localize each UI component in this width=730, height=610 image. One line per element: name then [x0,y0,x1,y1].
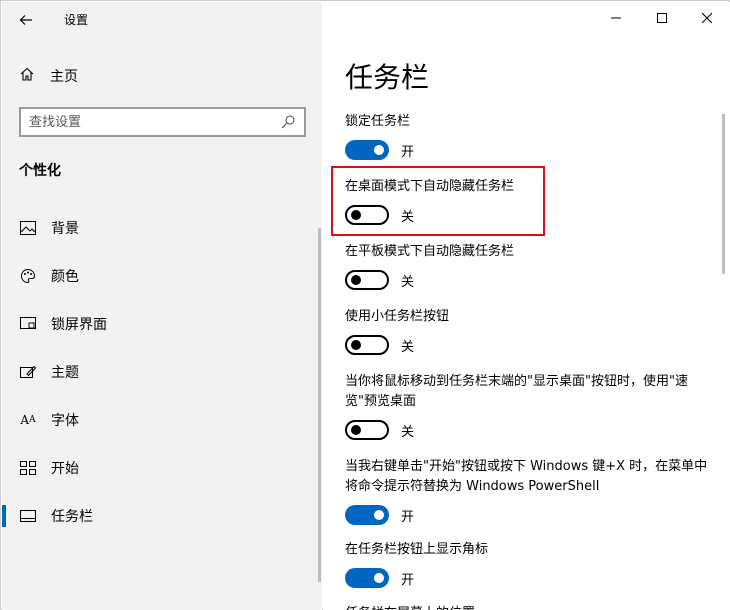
window-title: 设置 [64,13,89,27]
maximize-icon [657,13,667,23]
theme-icon [18,362,38,382]
main-scrollbar[interactable] [722,114,725,274]
palette-icon [18,266,38,286]
home-label: 主页 [50,69,78,85]
sidebar-nav: 背景 颜色 锁屏界面 主题 AA 字体 开始 任务栏 [2,204,322,540]
setting-peek: 当你将鼠标移动到任务栏末端的"显示桌面"按钮时，使用"速览"预览桌面 关 [345,372,715,440]
close-button[interactable] [684,2,730,34]
sidebar-item-home[interactable]: 主页 [16,62,306,90]
setting-label: 当你将鼠标移动到任务栏末端的"显示桌面"按钮时，使用"速览"预览桌面 [345,374,688,409]
sidebar-item-taskbar[interactable]: 任务栏 [2,492,322,540]
setting-badges: 在任务栏按钮上显示角标 开 [345,540,715,588]
sidebar-item-label: 字体 [51,413,79,429]
minimize-icon [611,17,621,19]
setting-label: 当我右键单击"开始"按钮或按下 Windows 键+X 时，在菜单中将命令提示符… [345,459,708,494]
sidebar-item-themes[interactable]: 主题 [2,348,322,396]
back-button[interactable] [10,6,42,34]
setting-powershell: 当我右键单击"开始"按钮或按下 Windows 键+X 时，在菜单中将命令提示符… [345,457,715,525]
minimize-button[interactable] [593,2,639,34]
close-icon [702,13,712,23]
sidebar-item-start[interactable]: 开始 [2,444,322,492]
toggle-switch[interactable] [345,568,389,588]
setting-label: 在桌面模式下自动隐藏任务栏 [345,179,515,194]
taskbar-icon [18,506,38,526]
sidebar-item-lock-screen[interactable]: 锁屏界面 [2,300,322,348]
toggle-state: 开 [401,144,415,160]
home-icon [16,66,38,86]
toggle-state: 关 [401,209,415,225]
cutoff-setting-label: 任务栏在屏幕上的位置 [345,602,475,610]
sidebar-item-label: 锁屏界面 [51,317,107,333]
setting-label: 在任务栏按钮上显示角标 [345,542,489,557]
setting-autohide-desktop: 在桌面模式下自动隐藏任务栏 关 [345,177,715,225]
toggle-state: 开 [401,509,415,525]
sidebar-item-background[interactable]: 背景 [2,204,322,252]
toggle-state: 关 [401,424,415,440]
toggle-switch[interactable] [345,205,389,225]
font-icon: AA [20,413,36,427]
setting-label: 使用小任务栏按钮 [345,309,450,324]
lock-screen-icon [18,314,38,334]
setting-small-buttons: 使用小任务栏按钮 关 [345,307,715,355]
toggle-state: 开 [401,572,415,588]
setting-autohide-tablet: 在平板模式下自动隐藏任务栏 关 [345,242,715,290]
sidebar-item-label: 开始 [51,461,79,477]
image-icon [18,218,38,238]
toggle-switch[interactable] [345,420,389,440]
toggle-state: 关 [401,274,415,290]
sidebar-item-fonts[interactable]: AA 字体 [2,396,322,444]
search-input[interactable] [29,114,280,130]
maximize-button[interactable] [639,2,685,34]
toggle-switch[interactable] [345,270,389,290]
setting-label: 在平板模式下自动隐藏任务栏 [345,244,515,259]
sidebar-item-label: 任务栏 [51,509,93,525]
toggle-state: 关 [401,339,415,355]
setting-lock-taskbar: 锁定任务栏 开 [345,112,715,160]
page-title: 任务栏 [345,61,430,94]
settings-window: 设置 主页 个性化 背景 [0,0,730,610]
sidebar-item-label: 背景 [51,221,79,237]
setting-label: 锁定任务栏 [345,114,411,129]
sidebar-item-label: 主题 [51,365,79,381]
search-icon[interactable] [280,114,296,130]
back-arrow-icon [19,15,32,25]
sidebar-item-label: 颜色 [51,269,79,285]
sidebar-item-colors[interactable]: 颜色 [2,252,322,300]
toggle-switch[interactable] [345,505,389,525]
sidebar: 设置 主页 个性化 背景 [2,2,322,610]
start-icon [18,458,38,478]
search-box[interactable] [19,107,306,137]
toggle-switch[interactable] [345,140,389,160]
section-title: 个性化 [19,163,61,179]
toggle-switch[interactable] [345,335,389,355]
sidebar-scrollbar[interactable] [318,228,321,582]
main-pane: 任务栏 锁定任务栏 开 在桌面模式下自动隐藏任务栏 关 在平板模式下自动隐藏任务… [323,2,730,610]
active-indicator [2,505,6,527]
